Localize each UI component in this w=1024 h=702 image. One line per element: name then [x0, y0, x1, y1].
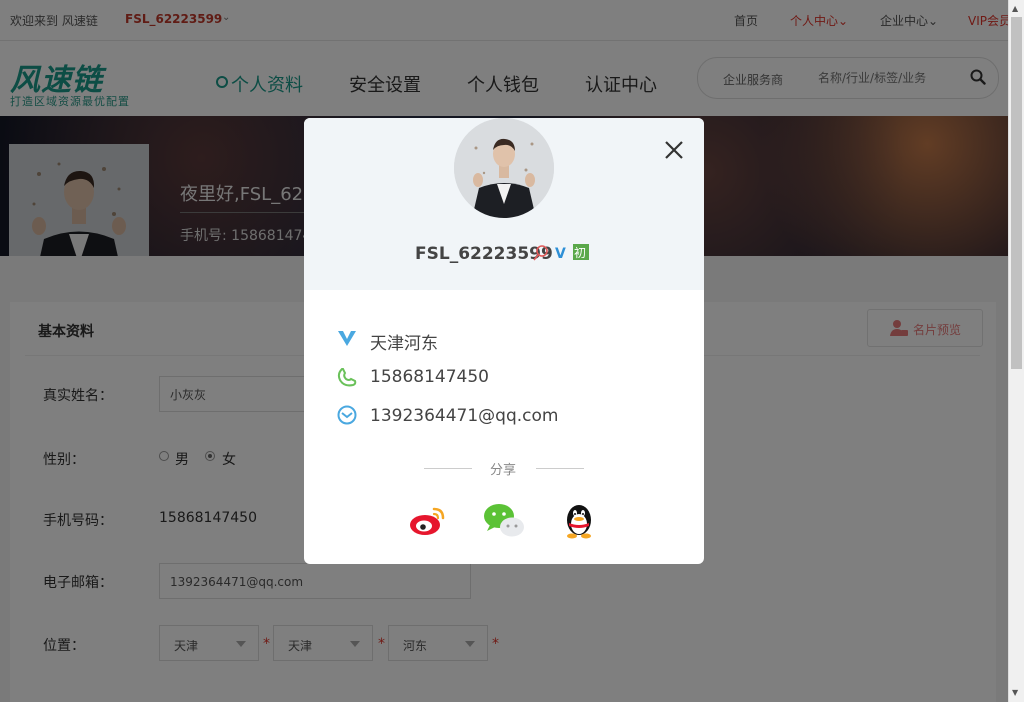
- phone-icon: [337, 366, 357, 392]
- modal-avatar: [454, 118, 554, 218]
- scrollbar-thumb[interactable]: [1011, 17, 1022, 369]
- badges-icon: V 初: [533, 244, 589, 262]
- verified-v-icon: V: [555, 246, 566, 262]
- modal-email: 1392364471@qq.com: [370, 406, 559, 426]
- share-label: 分享: [490, 463, 517, 478]
- wechat-icon[interactable]: [482, 500, 524, 540]
- business-card-modal: FSL_62223599 V 初 天津河东 15868147450 139236…: [304, 118, 704, 564]
- page: 欢迎来到 风速链 FSL_62223599 ⌄ 首页 个人中心⌄ 企业中心⌄ V…: [0, 0, 1008, 702]
- email-icon: [337, 405, 357, 429]
- share-divider-right: [536, 468, 584, 469]
- share-divider-left: [424, 468, 472, 469]
- scrollbar[interactable]: ▲ ▼: [1008, 0, 1024, 702]
- weibo-icon[interactable]: [408, 500, 448, 540]
- modal-phone: 15868147450: [370, 367, 489, 387]
- scroll-up-icon[interactable]: ▲: [1012, 4, 1018, 13]
- user-badges: V 初: [533, 243, 593, 263]
- modal-location: 天津河东: [370, 334, 438, 354]
- qq-icon[interactable]: [560, 500, 600, 540]
- scroll-down-icon[interactable]: ▼: [1012, 688, 1018, 697]
- close-icon[interactable]: [662, 138, 686, 162]
- v-location-icon: [337, 328, 357, 352]
- badge-chu-icon: 初: [574, 246, 586, 260]
